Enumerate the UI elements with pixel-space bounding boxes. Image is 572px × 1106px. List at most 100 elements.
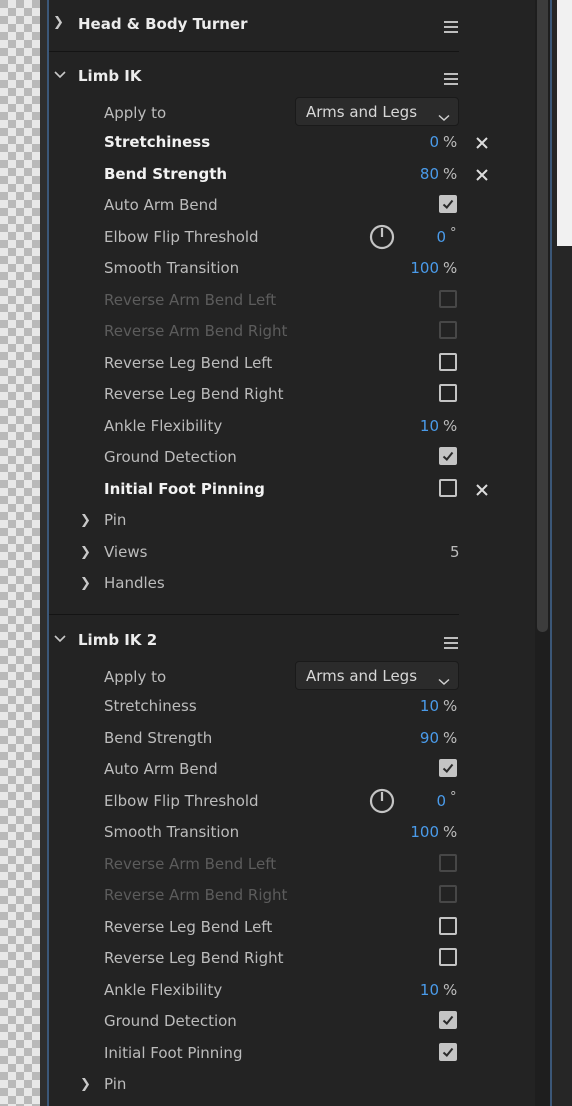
divider [49,614,459,615]
chevron-right-icon[interactable]: ❯ [80,545,91,560]
ground-detection-label: Ground Detection [104,1012,237,1030]
reverse-leg-bend-left-checkbox[interactable] [439,353,457,371]
adjacent-window-strip [557,0,572,246]
elbow-flip-threshold-value[interactable]: 0 [436,792,446,810]
reverse-leg-bend-right-checkbox[interactable] [439,948,457,966]
unit-percent: % [443,417,458,435]
elbow-flip-threshold-value[interactable]: 0 [436,228,446,246]
chevron-down-icon[interactable] [53,633,67,648]
views-subgroup[interactable]: ❯ Views 5 [49,537,535,568]
unit-percent: % [443,981,458,999]
views-count: 5 [450,543,460,561]
bend-strength-row: Bend Strength 80 % [49,159,535,190]
ankle-flexibility-value[interactable]: 10 [420,417,439,435]
pin-subgroup[interactable]: ❯ Pin [49,1069,535,1100]
remove-keyframe-icon[interactable] [472,165,492,185]
chevron-right-icon[interactable]: ❯ [80,1077,91,1092]
reverse-leg-bend-left-label: Reverse Leg Bend Left [104,918,273,936]
auto-arm-bend-checkbox[interactable] [439,759,457,777]
unit-degree: ° [450,226,457,241]
bend-strength-value[interactable]: 80 [420,165,439,183]
chevron-down-icon[interactable] [53,69,67,84]
reverse-arm-bend-left-label: Reverse Arm Bend Left [104,291,277,309]
angle-dial-icon[interactable] [369,788,395,814]
smooth-transition-label: Smooth Transition [104,823,240,841]
unit-percent: % [443,697,458,715]
chevron-down-icon [438,671,450,690]
group-header-limb-ik[interactable]: Limb IK [49,52,535,102]
auto-arm-bend-label: Auto Arm Bend [104,196,218,214]
ankle-flexibility-value[interactable]: 10 [420,981,439,999]
auto-arm-bend-row: Auto Arm Bend [49,190,535,221]
smooth-transition-value[interactable]: 100 [410,823,439,841]
reverse-arm-bend-right-checkbox [439,321,457,339]
chevron-down-icon [438,107,450,126]
dropdown-value: Arms and Legs [306,667,418,685]
group-title: Limb IK [78,67,142,85]
apply-to-label: Apply to [104,668,167,686]
reverse-arm-bend-left-label: Reverse Arm Bend Left [104,855,277,873]
ground-detection-row: Ground Detection [49,1006,535,1037]
apply-to-row: Apply to Arms and Legs [49,660,535,691]
reverse-arm-bend-right-row: Reverse Arm Bend Right [49,316,535,347]
stretchiness-label: Stretchiness [104,697,197,715]
remove-keyframe-icon[interactable] [472,480,492,500]
hamburger-menu-icon[interactable] [444,73,458,88]
smooth-transition-row: Smooth Transition 100 % [49,253,535,284]
bend-strength-row: Bend Strength 90 % [49,723,535,754]
reverse-arm-bend-left-checkbox [439,290,457,308]
ground-detection-label: Ground Detection [104,448,237,466]
hamburger-menu-icon[interactable] [444,21,458,36]
apply-to-dropdown[interactable]: Arms and Legs [295,661,459,690]
reverse-arm-bend-right-checkbox [439,885,457,903]
reverse-leg-bend-left-checkbox[interactable] [439,917,457,935]
stretchiness-value[interactable]: 0 [429,133,439,151]
initial-foot-pinning-checkbox[interactable] [439,1043,457,1061]
reverse-leg-bend-right-label: Reverse Leg Bend Right [104,949,284,967]
smooth-transition-row: Smooth Transition 100 % [49,817,535,848]
pin-label: Pin [104,511,127,529]
chevron-right-icon[interactable]: ❯ [53,15,64,30]
group-title: Head & Body Turner [78,15,248,33]
pin-subgroup[interactable]: ❯ Pin [49,505,535,536]
reverse-leg-bend-right-row: Reverse Leg Bend Right [49,943,535,974]
ankle-flexibility-row: Ankle Flexibility 10 % [49,411,535,442]
scrollbar-thumb[interactable] [537,0,548,632]
group-header-limb-ik-2[interactable]: Limb IK 2 [49,616,535,666]
bend-strength-value[interactable]: 90 [420,729,439,747]
handles-subgroup[interactable]: ❯ Handles [49,568,535,599]
chevron-right-icon[interactable]: ❯ [80,513,91,528]
auto-arm-bend-checkbox[interactable] [439,195,457,213]
unit-percent: % [443,133,458,151]
ankle-flexibility-label: Ankle Flexibility [104,417,223,435]
smooth-transition-value[interactable]: 100 [410,259,439,277]
hamburger-menu-icon[interactable] [444,637,458,652]
initial-foot-pinning-checkbox[interactable] [439,479,457,497]
transparency-checkerboard [0,0,40,1106]
ground-detection-checkbox[interactable] [439,447,457,465]
reverse-arm-bend-left-row: Reverse Arm Bend Left [49,849,535,880]
chevron-right-icon[interactable]: ❯ [80,576,91,591]
reverse-leg-bend-right-row: Reverse Leg Bend Right [49,379,535,410]
initial-foot-pinning-row: Initial Foot Pinning [49,474,535,505]
views-label: Views [104,543,148,561]
elbow-flip-threshold-row: Elbow Flip Threshold 0 ° [49,786,535,817]
stretchiness-row: Stretchiness 0 % [49,127,535,158]
auto-arm-bend-label: Auto Arm Bend [104,760,218,778]
reverse-arm-bend-right-row: Reverse Arm Bend Right [49,880,535,911]
handles-label: Handles [104,574,165,592]
group-header-head-body-turner[interactable]: ❯ Head & Body Turner [49,0,535,50]
ground-detection-checkbox[interactable] [439,1011,457,1029]
reverse-leg-bend-right-checkbox[interactable] [439,384,457,402]
unit-degree: ° [450,790,457,805]
angle-dial-icon[interactable] [369,224,395,250]
stretchiness-value[interactable]: 10 [420,697,439,715]
reverse-leg-bend-left-row: Reverse Leg Bend Left [49,912,535,943]
pin-label: Pin [104,1075,127,1093]
reverse-arm-bend-left-row: Reverse Arm Bend Left [49,285,535,316]
apply-to-dropdown[interactable]: Arms and Legs [295,97,459,126]
reverse-arm-bend-left-checkbox [439,854,457,872]
remove-keyframe-icon[interactable] [472,133,492,153]
dropdown-value: Arms and Legs [306,103,418,121]
initial-foot-pinning-row: Initial Foot Pinning [49,1038,535,1069]
